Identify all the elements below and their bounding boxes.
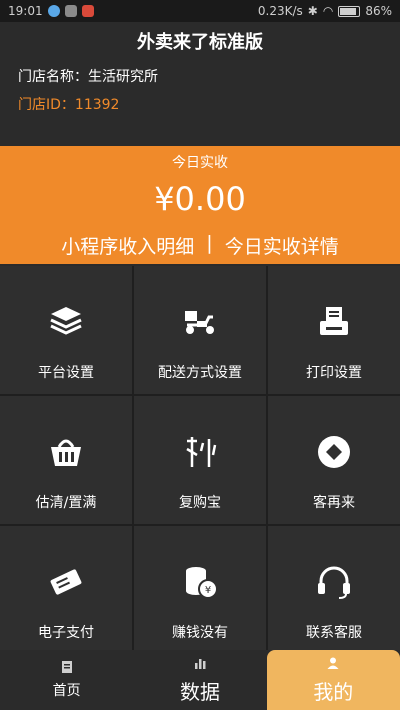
revenue-links: 小程序收入明细 | 今日实收详情	[0, 232, 400, 259]
bar-chart-icon	[194, 658, 206, 669]
grid-item-label: 平台设置	[38, 365, 94, 381]
grid-item-platform-settings[interactable]: 平台设置	[0, 266, 132, 394]
grid-item-label: 联系客服	[306, 625, 362, 641]
status-time: 19:01	[8, 4, 43, 18]
battery-icon	[338, 5, 361, 17]
tab-data-label: 数据	[179, 679, 220, 704]
user-icon	[327, 657, 339, 669]
status-right: 0.23K/s ✱ ◠ 86%	[258, 4, 392, 18]
feature-grid: 平台设置 配送方式设置 打印设置 估清/置满 复购宝 客再来 电子支付 ¥ 赚钱…	[0, 266, 400, 654]
revenue-amount: ¥0.00	[154, 180, 246, 218]
bluetooth-icon: ✱	[307, 4, 318, 18]
message-notification-icon	[81, 5, 94, 17]
grid-item-label: 电子支付	[38, 625, 94, 641]
tab-home[interactable]: 首页	[0, 650, 133, 710]
link-separator: |	[206, 232, 213, 254]
grid-item-label: 估清/置满	[35, 495, 97, 511]
tab-home-label: 首页	[52, 683, 81, 699]
basket-icon	[46, 432, 86, 472]
app-notification-icon	[47, 5, 60, 17]
ticket-icon	[46, 562, 86, 602]
image-notification-icon	[64, 5, 77, 17]
grid-item-customer-service[interactable]: 联系客服	[268, 526, 400, 654]
tab-data[interactable]: 数据	[133, 650, 266, 710]
grid-item-e-payment[interactable]: 电子支付	[0, 526, 132, 654]
bottom-nav: 首页 数据 我的	[0, 650, 400, 710]
header: 外卖来了标准版 门店名称：生活研究所 门店ID：11392	[0, 22, 400, 142]
grid-item-label: 复购宝	[179, 495, 221, 511]
mini-program-income-link[interactable]: 小程序收入明细	[61, 232, 194, 259]
grid-item-customer-return[interactable]: 客再来	[268, 396, 400, 524]
tab-mine[interactable]: 我的	[266, 650, 400, 710]
grid-item-earn-money[interactable]: ¥ 赚钱没有	[134, 526, 266, 654]
svg-text:¥: ¥	[205, 585, 211, 596]
status-bar: 19:01 0.23K/s ✱ ◠ 86%	[0, 0, 400, 22]
today-revenue-details-link[interactable]: 今日实收详情	[225, 232, 339, 259]
wifi-icon: ◠	[322, 4, 334, 18]
network-speed: 0.23K/s	[257, 4, 303, 18]
battery-level: 86%	[365, 4, 392, 18]
home-doc-icon	[61, 661, 72, 673]
grid-item-print-settings[interactable]: 打印设置	[268, 266, 400, 394]
grid-item-repurchase[interactable]: 复购宝	[134, 396, 266, 524]
store-name: 门店名称：生活研究所	[18, 69, 158, 85]
grid-item-label: 赚钱没有	[172, 625, 228, 641]
repurchase-icon	[180, 432, 220, 472]
grid-item-label: 客再来	[313, 495, 355, 511]
grid-item-label: 打印设置	[306, 365, 362, 381]
layers-icon	[46, 302, 86, 342]
status-left: 19:01	[8, 4, 94, 18]
coins-icon: ¥	[180, 562, 220, 602]
printer-icon	[314, 302, 354, 342]
scooter-icon	[180, 302, 220, 342]
grid-item-delivery-settings[interactable]: 配送方式设置	[134, 266, 266, 394]
grid-item-stock-settings[interactable]: 估清/置满	[0, 396, 132, 524]
grid-item-label: 配送方式设置	[158, 365, 242, 381]
store-id: 门店ID：11392	[18, 97, 120, 113]
page-title: 外卖来了标准版	[137, 32, 263, 53]
revenue-banner: 今日实收 ¥0.00 小程序收入明细 | 今日实收详情	[0, 146, 400, 264]
diamond-icon	[314, 432, 354, 472]
headset-icon	[314, 562, 354, 602]
tab-mine-label: 我的	[313, 679, 354, 704]
revenue-label: 今日实收	[172, 155, 228, 171]
